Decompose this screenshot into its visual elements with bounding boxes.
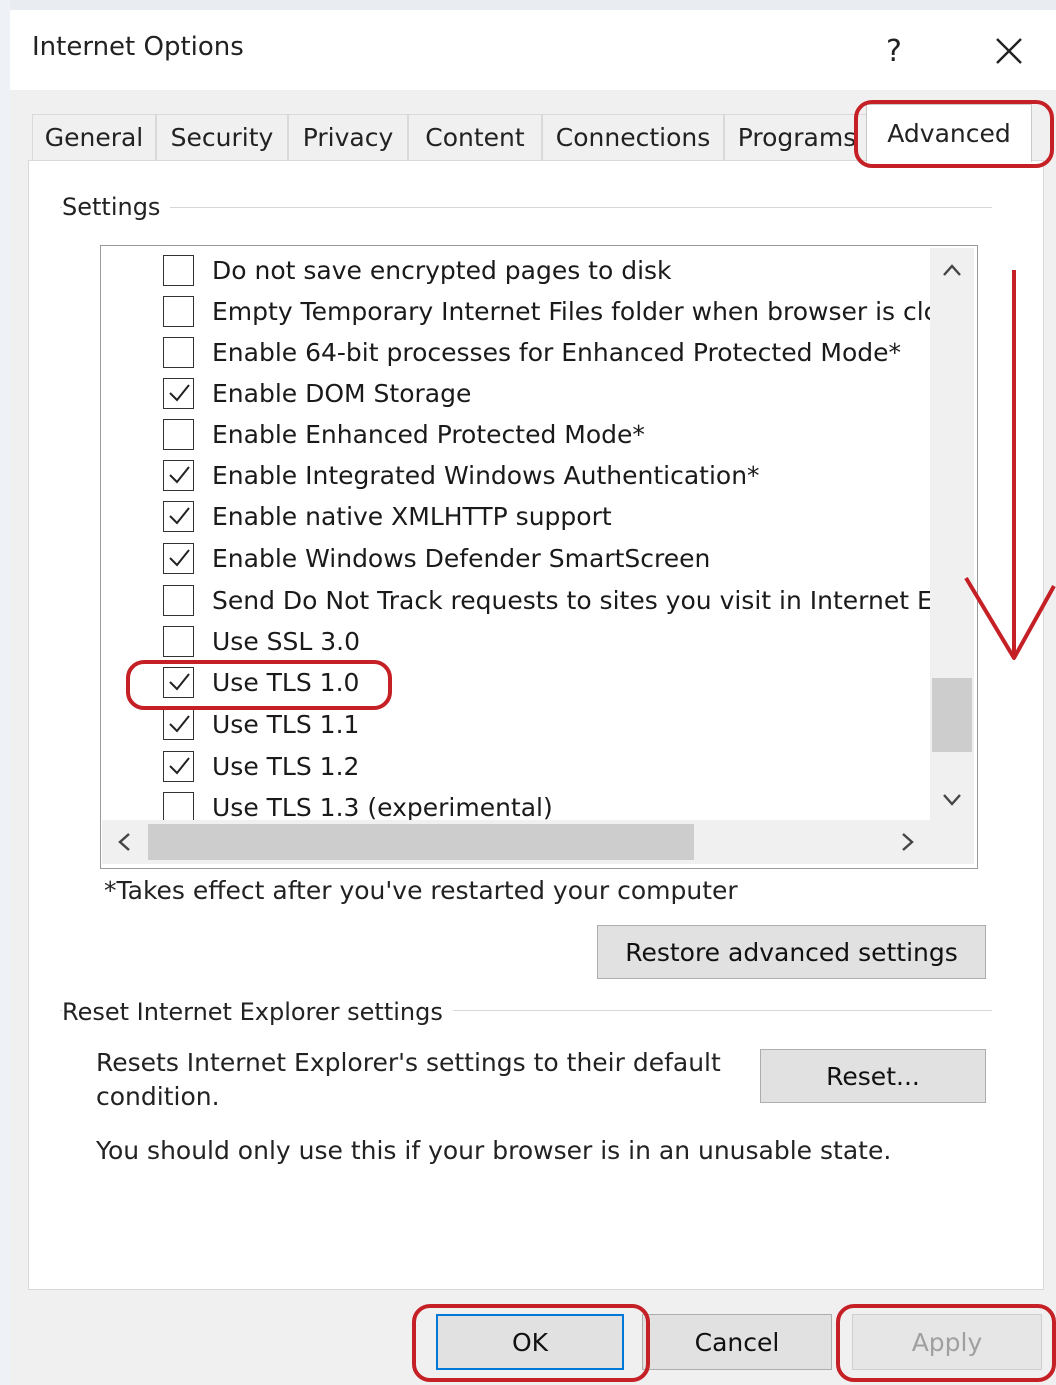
settings-group-label: Settings [62,193,171,221]
down-arrow-icon [964,270,1056,660]
check-icon [168,715,190,733]
setting-enhanced-protected-mode[interactable]: Enable Enhanced Protected Mode* [163,414,971,454]
setting-dom-storage[interactable]: Enable DOM Storage [163,373,971,413]
tab-privacy[interactable]: Privacy [288,114,408,160]
tab-programs[interactable]: Programs [724,114,870,160]
chevron-right-icon [902,833,914,851]
scrollbar-corner [930,820,974,864]
check-icon [168,507,190,525]
settings-list[interactable]: Do not save encrypted pages to disk Empt… [100,245,978,869]
setting-label: Enable Enhanced Protected Mode* [212,419,645,449]
setting-label: Enable Windows Defender SmartScreen [212,543,711,573]
checkbox[interactable] [163,336,194,368]
setting-label: Use SSL 3.0 [212,626,361,656]
vertical-scroll-thumb[interactable] [932,678,972,752]
checkbox[interactable] [163,625,194,657]
setting-label: Do not save encrypted pages to disk [212,255,672,285]
chevron-up-icon [943,264,961,276]
checkbox[interactable] [163,708,194,740]
reset-description: Resets Internet Explorer's settings to t… [96,1048,721,1111]
setting-do-not-save-encrypted[interactable]: Do not save encrypted pages to disk [163,250,971,290]
setting-integrated-windows-auth[interactable]: Enable Integrated Windows Authentication… [163,455,971,495]
tab-connections[interactable]: Connections [542,114,724,160]
checkbox[interactable] [163,584,194,616]
setting-label: Use TLS 1.2 [212,751,360,781]
setting-tls-1-0[interactable]: Use TLS 1.0 [163,662,971,702]
setting-enable-64bit[interactable]: Enable 64-bit processes for Enhanced Pro… [163,332,971,372]
chevron-left-icon [118,833,130,851]
ok-button[interactable]: OK [436,1314,624,1370]
setting-label: Enable native XMLHTTP support [212,501,612,531]
chevron-down-icon [943,794,961,806]
setting-label: Empty Temporary Internet Files folder wh… [212,296,938,326]
check-icon [168,757,190,775]
window-title: Internet Options [32,32,244,62]
check-icon [168,384,190,402]
setting-label: Use TLS 1.1 [212,709,360,739]
restore-advanced-settings-button[interactable]: Restore advanced settings [597,925,986,979]
help-button[interactable]: ? [865,24,923,78]
tab-general[interactable]: General [32,114,156,160]
tab-security[interactable]: Security [156,114,288,160]
setting-tls-1-2[interactable]: Use TLS 1.2 [163,746,971,786]
scroll-right-button[interactable] [886,820,930,864]
checkbox[interactable] [163,750,194,782]
setting-smartscreen[interactable]: Enable Windows Defender SmartScreen [163,538,971,578]
scroll-down-button[interactable] [930,778,974,822]
setting-label: Send Do Not Track requests to sites you … [212,585,933,615]
check-icon [168,466,190,484]
tab-advanced[interactable]: Advanced [866,104,1032,162]
checkbox[interactable] [163,295,194,327]
check-icon [168,549,190,567]
scroll-left-button[interactable] [102,820,146,864]
checkbox[interactable] [163,500,194,532]
checkbox[interactable] [163,666,194,698]
setting-label: Use TLS 1.0 [212,667,360,697]
tab-content[interactable]: Content [408,114,542,160]
setting-do-not-track[interactable]: Send Do Not Track requests to sites you … [163,580,971,620]
setting-tls-1-1[interactable]: Use TLS 1.1 [163,704,971,744]
horizontal-scroll-thumb[interactable] [148,824,694,860]
checkbox[interactable] [163,254,194,286]
reset-button[interactable]: Reset... [760,1049,986,1103]
apply-button[interactable]: Apply [852,1314,1042,1370]
reset-warning: You should only use this if your browser… [96,1136,892,1165]
checkbox[interactable] [163,791,194,823]
close-button[interactable] [976,24,1042,78]
settings-group-line [60,207,992,208]
setting-label: Enable DOM Storage [212,378,472,408]
setting-empty-temp-files[interactable]: Empty Temporary Internet Files folder wh… [163,291,971,331]
setting-native-xmlhttp[interactable]: Enable native XMLHTTP support [163,496,971,536]
checkbox[interactable] [163,377,194,409]
setting-ssl-3[interactable]: Use SSL 3.0 [163,621,971,661]
checkbox[interactable] [163,542,194,574]
checkbox[interactable] [163,418,194,450]
setting-label: Enable Integrated Windows Authentication… [212,460,760,490]
title-bar[interactable]: Internet Options ? [10,10,1056,90]
checkbox[interactable] [163,459,194,491]
reset-group-label: Reset Internet Explorer settings [62,998,453,1026]
close-icon [996,38,1022,64]
check-icon [168,673,190,691]
setting-label: Enable 64-bit processes for Enhanced Pro… [212,337,902,367]
cancel-button[interactable]: Cancel [642,1314,832,1370]
setting-label: Use TLS 1.3 (experimental) [212,792,553,822]
restart-note: *Takes effect after you've restarted you… [104,876,738,905]
